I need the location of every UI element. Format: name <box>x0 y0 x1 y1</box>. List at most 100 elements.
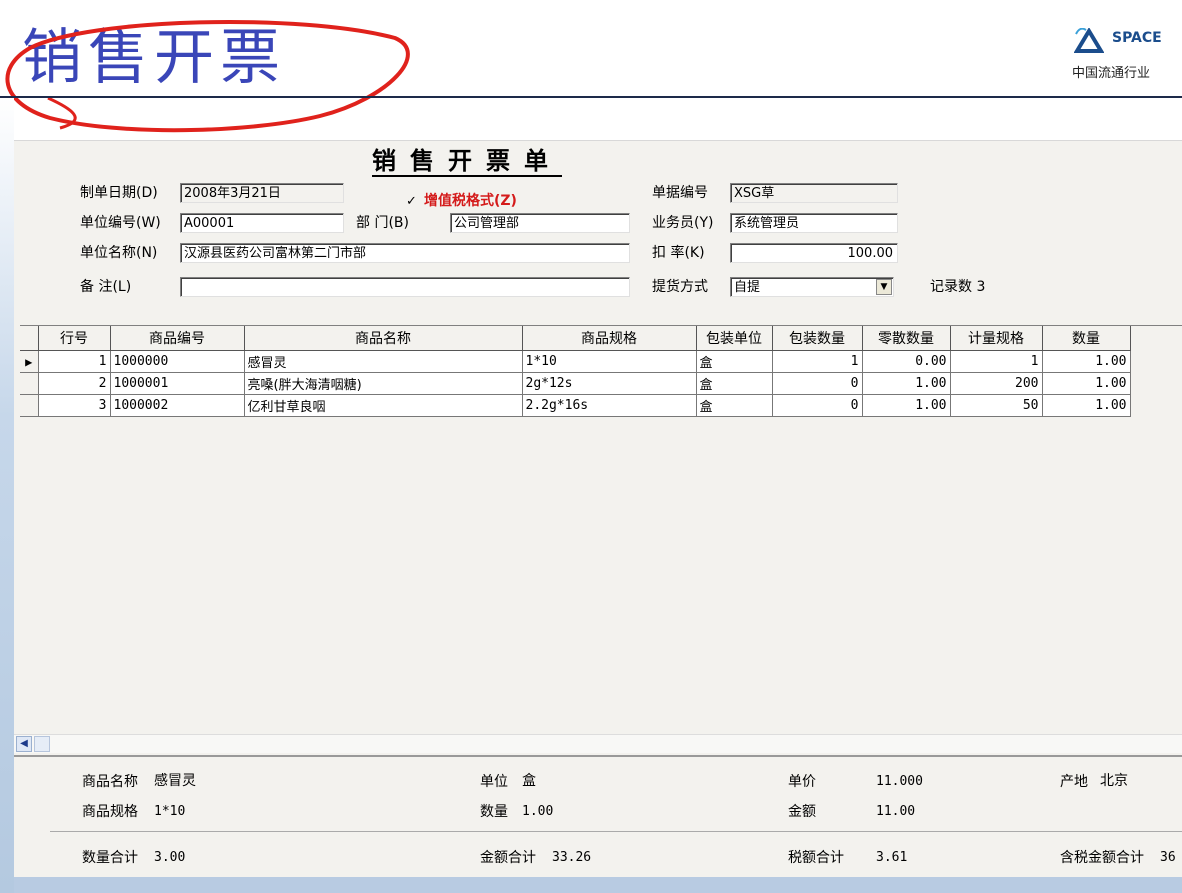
cell[interactable]: 1 <box>950 350 1043 373</box>
salesman-label: 业务员(Y) <box>652 215 714 231</box>
unit-name-field[interactable]: 汉源县医药公司富林第二门市部 <box>180 243 630 263</box>
cell[interactable]: 感冒灵 <box>244 350 523 373</box>
cell[interactable]: 1 <box>38 350 111 373</box>
qty-value: 1.00 <box>522 804 554 819</box>
unit-code-field[interactable]: A00001 <box>180 213 344 233</box>
cell[interactable]: 1*10 <box>522 350 697 373</box>
tax-total-label: 税额合计 <box>788 850 844 866</box>
origin-value: 北京 <box>1100 773 1128 789</box>
column-header[interactable]: 数量 <box>1042 326 1131 351</box>
cell[interactable]: 1.00 <box>862 394 951 417</box>
cell[interactable]: 盒 <box>696 394 773 417</box>
dept-label: 部 门(B) <box>356 215 409 231</box>
cell[interactable]: 亿利甘草良咽 <box>244 394 523 417</box>
bottom-strip <box>14 877 1182 893</box>
record-count-label: 记录数 <box>930 279 972 295</box>
record-count-value: 3 <box>976 279 986 295</box>
cell[interactable]: 2g*12s <box>522 372 697 395</box>
dept-field[interactable]: 公司管理部 <box>450 213 630 233</box>
amount-total-label: 金额合计 <box>480 850 536 866</box>
items-grid: 行号 商品编号 商品名称 商品规格 包装单位 包装数量 零散数量 计量规格 数量… <box>20 325 1182 736</box>
qty-label: 数量 <box>480 804 508 820</box>
logo-brand: SPACE <box>1112 30 1162 46</box>
doc-no-field[interactable]: XSG草 <box>730 183 898 203</box>
cell[interactable]: 1000001 <box>110 372 245 395</box>
column-header[interactable]: 计量规格 <box>950 326 1043 351</box>
delivery-label: 提货方式 <box>652 279 708 295</box>
unit-code-label: 单位编号(W) <box>80 215 161 231</box>
date-field[interactable]: 2008年3月21日 <box>180 183 344 203</box>
salesman-field[interactable]: 系统管理员 <box>730 213 898 233</box>
scroll-left-icon[interactable]: ◀ <box>16 736 32 752</box>
vat-label: 增值税格式(Z) <box>424 193 517 209</box>
checkbox-icon[interactable]: ✓ <box>406 195 418 208</box>
cell[interactable]: 盒 <box>696 372 773 395</box>
column-header[interactable]: 商品规格 <box>522 326 697 351</box>
horizontal-scrollbar[interactable]: ◀ <box>14 734 1182 753</box>
cell[interactable]: 1 <box>772 350 863 373</box>
column-header[interactable]: 零散数量 <box>862 326 951 351</box>
tax-incl-value: 36 <box>1160 850 1176 865</box>
cell[interactable]: 200 <box>950 372 1043 395</box>
footer-divider <box>50 831 1182 832</box>
cell[interactable]: 3 <box>38 394 111 417</box>
table-row[interactable]: 3 1000002 亿利甘草良咽 2.2g*16s 盒 0 1.00 50 1.… <box>20 394 1131 417</box>
row-indicator <box>20 372 39 395</box>
qty-total-value: 3.00 <box>154 850 186 865</box>
amount-label: 金额 <box>788 804 816 820</box>
tax-incl-label: 含税金额合计 <box>1060 850 1144 866</box>
price-label: 单价 <box>788 774 816 790</box>
table-header-row: 行号 商品编号 商品名称 商品规格 包装单位 包装数量 零散数量 计量规格 数量 <box>20 326 1131 351</box>
date-label: 制单日期(D) <box>80 185 158 201</box>
price-value: 11.000 <box>876 774 923 789</box>
logo-subtitle: 中国流通行业 <box>1072 66 1151 81</box>
name-value: 感冒灵 <box>154 773 196 789</box>
cell[interactable]: 1.00 <box>862 372 951 395</box>
column-header[interactable]: 商品编号 <box>110 326 245 351</box>
table-row[interactable]: ▶ 1 1000000 感冒灵 1*10 盒 1 0.00 1 1.00 <box>20 350 1131 373</box>
column-header[interactable]: 包装数量 <box>772 326 863 351</box>
origin-label: 产地 <box>1060 774 1088 790</box>
cell[interactable]: 1.00 <box>1042 372 1131 395</box>
detail-panel: 商品名称 感冒灵 单位 盒 单价 11.000 产地 北京 商品规格 1*10 … <box>14 755 1182 879</box>
amount-value: 11.00 <box>876 804 916 819</box>
company-logo: SPACE 中国流通行业 <box>1068 26 1182 88</box>
unit-value: 盒 <box>522 773 536 789</box>
doc-no-label: 单据编号 <box>652 185 708 201</box>
column-header[interactable]: 行号 <box>38 326 111 351</box>
unit-label: 单位 <box>480 774 508 790</box>
unit-name-label: 单位名称(N) <box>80 245 158 261</box>
combo-arrow-icon[interactable]: ▼ <box>876 279 892 295</box>
cell[interactable]: 1000000 <box>110 350 245 373</box>
delivery-select[interactable]: 自提 ▼ <box>730 277 894 297</box>
cell[interactable]: 2 <box>38 372 111 395</box>
vat-checkbox[interactable]: ✓ 增值税格式(Z) <box>406 190 517 210</box>
cell[interactable]: 亮嗓(胖大海清咽糖) <box>244 372 523 395</box>
cell[interactable]: 1000002 <box>110 394 245 417</box>
qty-total-label: 数量合计 <box>82 850 138 866</box>
name-label: 商品名称 <box>82 774 138 790</box>
discount-field[interactable]: 100.00 <box>730 243 898 263</box>
left-gradient-bar <box>0 98 14 893</box>
spec-value: 1*10 <box>154 804 186 819</box>
red-circle-annotation <box>5 20 410 133</box>
column-header[interactable]: 包装单位 <box>696 326 773 351</box>
cell[interactable]: 0 <box>772 372 863 395</box>
cell[interactable]: 0 <box>772 394 863 417</box>
scroll-thumb[interactable] <box>34 736 50 752</box>
indicator-header <box>20 326 39 351</box>
cell[interactable]: 0.00 <box>862 350 951 373</box>
delivery-value: 自提 <box>734 280 761 295</box>
cell[interactable]: 50 <box>950 394 1043 417</box>
cell[interactable]: 1.00 <box>1042 350 1131 373</box>
header-rule <box>0 96 1182 98</box>
table-row[interactable]: 2 1000001 亮嗓(胖大海清咽糖) 2g*12s 盒 0 1.00 200… <box>20 372 1131 395</box>
remark-label: 备 注(L) <box>80 279 132 295</box>
cell[interactable]: 2.2g*16s <box>522 394 697 417</box>
remark-field[interactable] <box>180 277 630 297</box>
items-table: 行号 商品编号 商品名称 商品规格 包装单位 包装数量 零散数量 计量规格 数量… <box>20 326 1131 417</box>
cell[interactable]: 1.00 <box>1042 394 1131 417</box>
cell[interactable]: 盒 <box>696 350 773 373</box>
column-header[interactable]: 商品名称 <box>244 326 523 351</box>
spec-label: 商品规格 <box>82 804 138 820</box>
